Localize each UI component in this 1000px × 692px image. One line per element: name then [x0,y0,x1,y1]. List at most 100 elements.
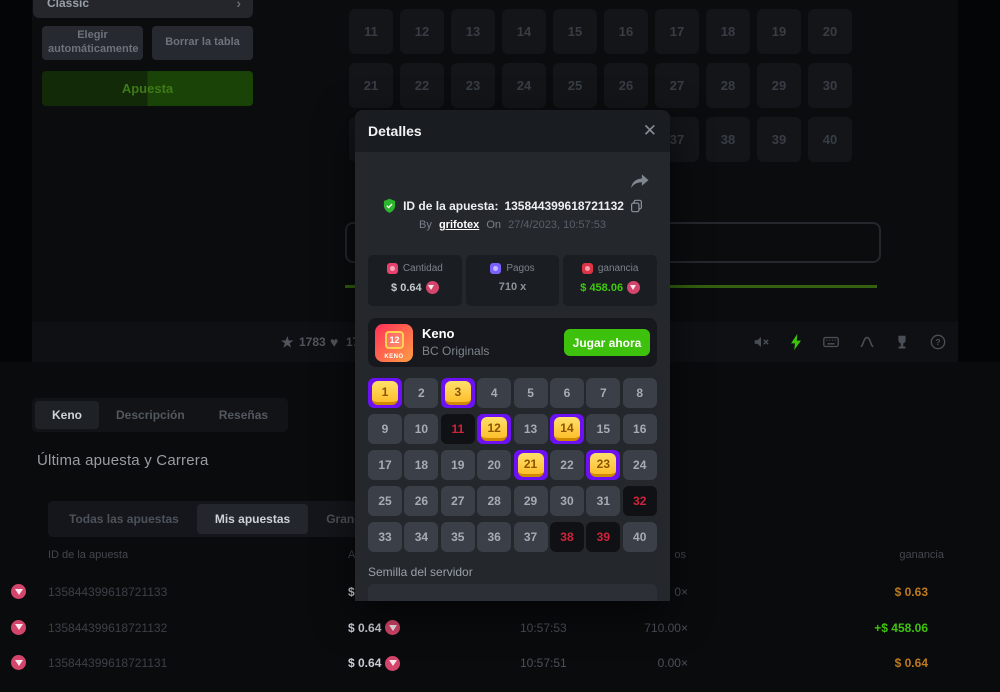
profit-icon [582,263,593,274]
heart-icon[interactable]: ♥ [330,322,338,362]
gold-tile: 3 [445,381,471,405]
bets-filter-tab[interactable]: Mis apuestas [197,504,308,534]
time-cell: 10:57:51 [520,645,567,681]
tab-keno[interactable]: Keno [35,401,99,429]
tab-reseñas[interactable]: Reseñas [202,401,285,429]
grid-number: 16 [623,414,657,444]
board-cell[interactable]: 27 [655,63,699,108]
star-icon[interactable]: ★ [281,322,294,362]
verified-shield-icon [382,198,397,214]
grid-number: 9 [368,414,402,444]
chevron-right-icon: › [236,0,241,18]
left-gutter [0,0,32,362]
board-cell[interactable]: 16 [604,9,648,54]
game-provider: BC Originals [422,344,489,358]
grid-number: 4 [477,378,511,408]
board-cell[interactable]: 17 [655,9,699,54]
grid-number: 2 [404,378,438,408]
payout-cell: 0× [674,574,688,610]
grid-number: 29 [514,486,548,516]
stat-box: Cantidad $ 0.64 [368,255,462,306]
grid-number-missed: 32 [623,486,657,516]
board-cell[interactable]: 39 [757,117,801,162]
grid-number: 7 [586,378,620,408]
clear-table-button[interactable]: Borrar la tabla [152,26,253,60]
board-cell[interactable]: 14 [502,9,546,54]
stat-box: ganancia$ 458.06 [563,255,657,306]
header-payout: os [674,549,686,561]
bet-stats: Cantidad$ 0.64Pagos710 xganancia$ 458.06 [368,255,657,306]
board-cell[interactable]: 12 [400,9,444,54]
board-cell[interactable]: 21 [349,63,393,108]
board-cell[interactable]: 24 [502,63,546,108]
stat-label: Cantidad [403,263,443,274]
keno-game-icon: 12 KENO [375,324,413,362]
grid-number: 26 [404,486,438,516]
grid-number-hit: 12 [477,414,511,444]
play-now-button[interactable]: Jugar ahora [564,329,650,356]
grid-number-hit: 14 [550,414,584,444]
tab-descripción[interactable]: Descripción [99,401,202,429]
keyboard-icon[interactable] [822,333,840,351]
profit-cell: $ 0.63 [895,574,928,610]
table-row[interactable]: 135844399618721131$ 0.6410:57:510.00×$ 0… [32,645,968,681]
gold-tile: 12 [481,417,507,441]
board-cell[interactable]: 15 [553,9,597,54]
keno-numbers-grid: 1234567891011121314151617181920212223242… [368,378,657,552]
close-icon[interactable]: ✕ [643,110,657,152]
grid-number: 18 [404,450,438,480]
table-row[interactable]: 135844399618721132$ 0.6410:57:53710.00×+… [32,610,968,646]
grid-number-hit: 3 [441,378,475,408]
stat-value: 710 x [466,281,560,293]
live-stats-icon[interactable] [858,333,876,351]
grid-number-hit: 1 [368,378,402,408]
server-seed-input[interactable] [368,584,657,601]
board-cell[interactable]: 23 [451,63,495,108]
bet-id-cell: 135844399618721132 [48,610,167,646]
share-icon[interactable] [629,172,650,191]
game-name: Keno [422,326,455,341]
grid-number: 35 [441,522,475,552]
board-cell[interactable]: 25 [553,63,597,108]
stat-value: $ 0.64 [368,281,462,294]
username-link[interactable]: grifotex [439,219,479,231]
board-cell[interactable]: 29 [757,63,801,108]
bet-button[interactable]: Apuesta [42,71,253,106]
grid-number: 37 [514,522,548,552]
bets-filter-tab[interactable]: Todas las apuestas [51,504,197,534]
bet-id-label: ID de la apuesta: [403,199,498,213]
amount-icon [387,263,398,274]
gold-tile: 1 [372,381,398,405]
grid-number-missed: 38 [550,522,584,552]
board-cell[interactable]: 28 [706,63,750,108]
amount-cell: $ [348,574,355,610]
grid-number-missed: 11 [441,414,475,444]
copy-icon[interactable] [630,199,643,213]
board-cell[interactable]: 30 [808,63,852,108]
lightning-icon[interactable] [787,333,805,351]
game-tabs: KenoDescripciónReseñas [32,398,288,432]
grid-number: 24 [623,450,657,480]
help-icon[interactable]: ? [929,333,947,351]
profit-cell: $ 0.64 [895,645,928,681]
board-cell[interactable]: 20 [808,9,852,54]
grid-number: 10 [404,414,438,444]
board-cell[interactable]: 40 [808,117,852,162]
board-cell[interactable]: 11 [349,9,393,54]
auto-pick-button[interactable]: Elegir automáticamente [42,26,143,60]
board-cell[interactable]: 18 [706,9,750,54]
board-cell[interactable]: 38 [706,117,750,162]
trophy-icon[interactable] [893,333,911,351]
amount-cell: $ 0.64 [348,645,400,681]
bet-mode-label: Classic [47,0,89,10]
board-cell[interactable]: 26 [604,63,648,108]
sound-muted-icon[interactable] [752,333,770,351]
profit-cell: +$ 458.06 [874,610,928,646]
board-cell[interactable]: 13 [451,9,495,54]
bet-details-modal: Detalles ✕ ID de la apuesta: 13584439961… [355,110,670,601]
star-count: 1783 [299,322,326,362]
amount-cell: $ 0.64 [348,610,400,646]
bet-mode-select[interactable]: Classic › [33,0,253,18]
board-cell[interactable]: 22 [400,63,444,108]
board-cell[interactable]: 19 [757,9,801,54]
